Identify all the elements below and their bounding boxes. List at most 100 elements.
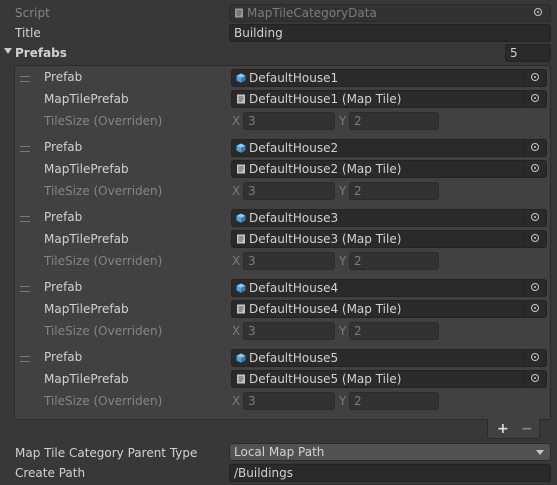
object-picker-icon[interactable] xyxy=(524,231,546,247)
foldout-arrow-icon[interactable] xyxy=(4,48,12,54)
maptile-prefab-field[interactable]: DefaultHouse2 (Map Tile) xyxy=(231,160,547,178)
tilesize-y-input: 2 xyxy=(349,392,439,410)
prefab-cube-icon xyxy=(236,143,246,153)
drag-handle-icon[interactable] xyxy=(20,76,30,82)
script-asset-icon xyxy=(237,94,245,104)
tilesize-y-input: 2 xyxy=(349,252,439,270)
remove-element-button[interactable]: − xyxy=(521,421,533,437)
title-input[interactable]: Building xyxy=(229,24,551,42)
list-item: Prefab DefaultHouse5 MapTilePrefab Defau… xyxy=(0,349,557,419)
maptile-prefab-label: MapTilePrefab xyxy=(44,372,129,386)
drag-handle-icon[interactable] xyxy=(20,216,30,222)
maptile-prefab-field[interactable]: DefaultHouse5 (Map Tile) xyxy=(231,370,547,388)
object-picker-icon[interactable] xyxy=(524,140,546,156)
tilesize-x-input: 3 xyxy=(243,392,335,410)
drag-handle-icon[interactable] xyxy=(20,356,30,362)
maptile-prefab-value: DefaultHouse3 (Map Tile) xyxy=(249,232,402,246)
create-path-input[interactable]: /Buildings xyxy=(229,464,551,482)
object-picker-icon[interactable] xyxy=(524,70,546,86)
script-asset-icon xyxy=(237,164,245,174)
maptile-prefab-label: MapTilePrefab xyxy=(44,232,129,246)
tilesize-y-label: Y xyxy=(339,114,347,128)
prefab-cube-icon xyxy=(236,353,246,363)
prefab-field[interactable]: DefaultHouse4 xyxy=(231,279,547,297)
prefab-label: Prefab xyxy=(44,70,83,84)
tilesize-x-input: 3 xyxy=(243,112,335,130)
script-asset-icon xyxy=(237,374,245,384)
prefab-field[interactable]: DefaultHouse5 xyxy=(231,349,547,367)
tilesize-x-label: X xyxy=(232,394,241,408)
tilesize-y-input: 2 xyxy=(349,182,439,200)
maptile-prefab-field[interactable]: DefaultHouse3 (Map Tile) xyxy=(231,230,547,248)
tilesize-label: TileSize (Overriden) xyxy=(44,184,163,198)
object-picker-icon[interactable] xyxy=(524,91,546,107)
tilesize-label: TileSize (Overriden) xyxy=(44,394,163,408)
prefab-field[interactable]: DefaultHouse3 xyxy=(231,209,547,227)
script-value: MapTileCategoryData xyxy=(247,6,377,20)
list-item: Prefab DefaultHouse4 MapTilePrefab Defau… xyxy=(0,279,557,349)
tilesize-x-label: X xyxy=(232,114,241,128)
tilesize-y-label: Y xyxy=(339,324,347,338)
add-element-button[interactable]: + xyxy=(497,421,509,437)
tilesize-x-label: X xyxy=(232,184,241,198)
tilesize-x-input: 3 xyxy=(243,182,335,200)
maptile-prefab-label: MapTilePrefab xyxy=(44,162,129,176)
prefab-label: Prefab xyxy=(44,350,83,364)
prefab-value: DefaultHouse5 xyxy=(249,351,339,365)
list-item: Prefab DefaultHouse3 MapTilePrefab Defau… xyxy=(0,209,557,279)
prefab-field[interactable]: DefaultHouse1 xyxy=(231,69,547,87)
prefab-label: Prefab xyxy=(44,140,83,154)
title-label: Title xyxy=(15,26,41,40)
maptile-prefab-field[interactable]: DefaultHouse4 (Map Tile) xyxy=(231,300,547,318)
maptile-prefab-value: DefaultHouse1 (Map Tile) xyxy=(249,92,402,106)
tilesize-y-label: Y xyxy=(339,254,347,268)
tilesize-x-label: X xyxy=(232,254,241,268)
tilesize-y-input: 2 xyxy=(349,322,439,340)
drag-handle-icon[interactable] xyxy=(20,286,30,292)
maptile-prefab-label: MapTilePrefab xyxy=(44,302,129,316)
prefab-cube-icon xyxy=(236,73,246,83)
tilesize-label: TileSize (Overriden) xyxy=(44,114,163,128)
list-item: Prefab DefaultHouse2 MapTilePrefab Defau… xyxy=(0,139,557,209)
maptile-prefab-field[interactable]: DefaultHouse1 (Map Tile) xyxy=(231,90,547,108)
parent-type-value: Local Map Path xyxy=(234,445,325,459)
prefab-label: Prefab xyxy=(44,210,83,224)
chevron-down-icon xyxy=(536,450,544,455)
maptile-prefab-label: MapTilePrefab xyxy=(44,92,129,106)
object-picker-icon[interactable] xyxy=(524,210,546,226)
maptile-prefab-value: DefaultHouse4 (Map Tile) xyxy=(249,302,402,316)
script-label: Script xyxy=(15,6,50,20)
object-picker-icon[interactable] xyxy=(524,161,546,177)
object-picker-icon[interactable] xyxy=(524,350,546,366)
drag-handle-icon[interactable] xyxy=(20,146,30,152)
script-asset-icon xyxy=(235,8,243,18)
list-footer: + − xyxy=(487,419,540,439)
tilesize-x-input: 3 xyxy=(243,252,335,270)
object-picker-icon[interactable] xyxy=(524,371,546,387)
prefab-value: DefaultHouse3 xyxy=(249,211,339,225)
tilesize-y-label: Y xyxy=(339,184,347,198)
tilesize-label: TileSize (Overriden) xyxy=(44,324,163,338)
object-picker-icon[interactable] xyxy=(524,301,546,317)
tilesize-x-label: X xyxy=(232,324,241,338)
prefab-value: DefaultHouse2 xyxy=(249,141,339,155)
maptile-prefab-value: DefaultHouse2 (Map Tile) xyxy=(249,162,402,176)
prefab-cube-icon xyxy=(236,213,246,223)
prefabs-foldout-label[interactable]: Prefabs xyxy=(15,45,67,61)
object-picker-icon xyxy=(528,5,550,21)
prefab-value: DefaultHouse4 xyxy=(249,281,339,295)
tilesize-y-label: Y xyxy=(339,394,347,408)
tilesize-label: TileSize (Overriden) xyxy=(44,254,163,268)
prefabs-count-input[interactable]: 5 xyxy=(505,44,551,62)
prefab-field[interactable]: DefaultHouse2 xyxy=(231,139,547,157)
script-asset-icon xyxy=(237,234,245,244)
parent-type-dropdown[interactable]: Local Map Path xyxy=(229,443,551,461)
prefab-label: Prefab xyxy=(44,280,83,294)
maptile-prefab-value: DefaultHouse5 (Map Tile) xyxy=(249,372,402,386)
tilesize-x-input: 3 xyxy=(243,322,335,340)
parent-type-label: Map Tile Category Parent Type xyxy=(15,446,198,460)
prefab-cube-icon xyxy=(236,283,246,293)
object-picker-icon[interactable] xyxy=(524,280,546,296)
create-path-label: Create Path xyxy=(15,466,86,480)
script-field: MapTileCategoryData xyxy=(229,4,551,22)
